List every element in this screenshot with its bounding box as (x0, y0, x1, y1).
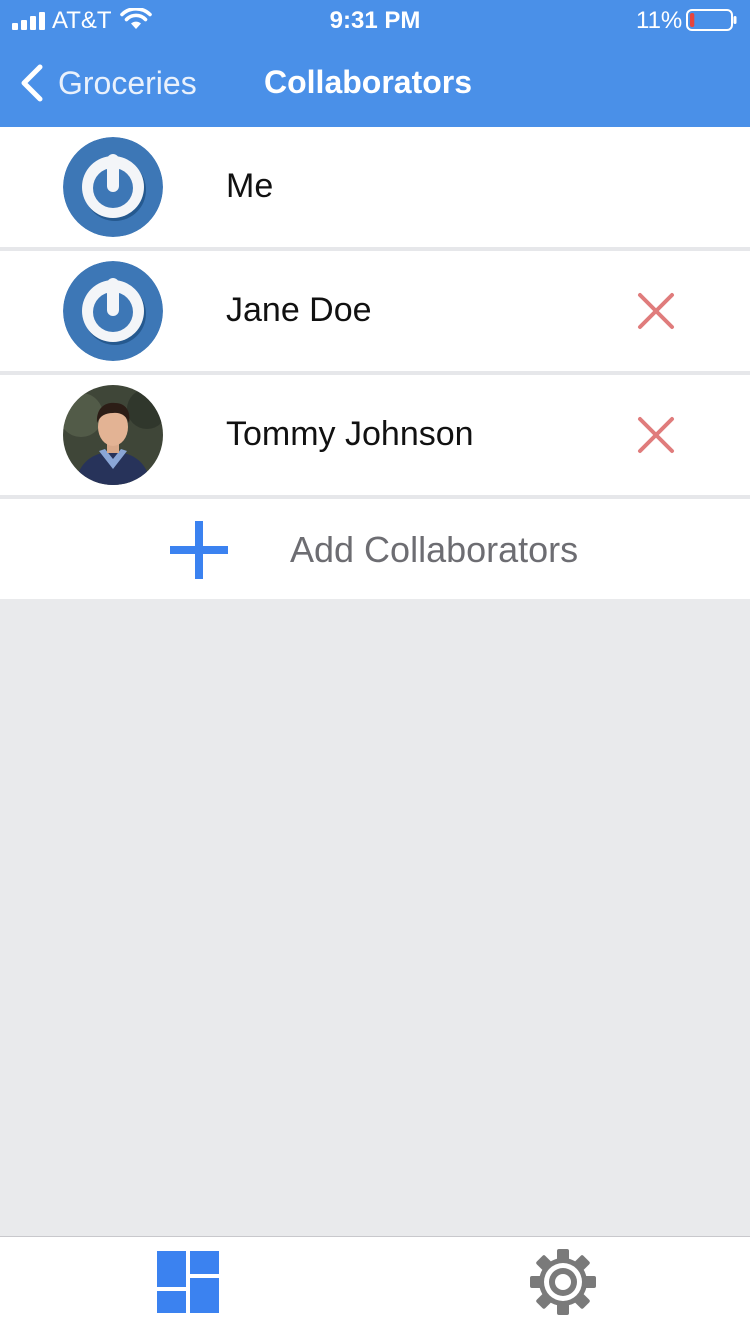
close-icon (638, 417, 674, 453)
add-collaborators-button[interactable]: Add Collaborators (0, 499, 750, 599)
remove-collaborator-button[interactable] (636, 291, 676, 331)
collaborator-name: Me (226, 167, 274, 205)
plus-icon (170, 521, 228, 579)
back-label: Groceries (58, 64, 197, 101)
page-title: Collaborators (264, 64, 473, 100)
signal-icon (12, 12, 45, 30)
photo-avatar (63, 385, 163, 485)
close-icon (638, 293, 674, 329)
collaborator-row: Me (0, 127, 750, 251)
tab-bar (0, 1236, 750, 1335)
battery-icon (686, 9, 737, 31)
power-logo-avatar (63, 137, 163, 237)
collaborator-row: Tommy Johnson (0, 375, 750, 499)
collaborator-name: Tommy Johnson (226, 415, 474, 453)
chevron-left-icon (21, 64, 43, 102)
dashboard-icon[interactable] (157, 1251, 219, 1313)
collaborator-name: Jane Doe (226, 291, 372, 329)
remove-collaborator-button[interactable] (636, 415, 676, 455)
collaborator-list: Me Jane Doe Tommy Johnson Add Collaborat… (0, 127, 750, 599)
battery-percent: 11% (636, 7, 683, 34)
power-logo-avatar (63, 261, 163, 361)
status-bar: AT&T 9:31 PM 11% (0, 0, 750, 40)
gear-icon[interactable] (528, 1247, 598, 1317)
carrier-label: AT&T (52, 7, 112, 34)
navigation-header: AT&T 9:31 PM 11% Groceries Collaborators (0, 0, 750, 127)
add-collaborators-label: Add Collaborators (290, 529, 579, 570)
back-button[interactable]: Groceries (16, 56, 197, 110)
wifi-icon (120, 8, 152, 29)
collaborator-row: Jane Doe (0, 251, 750, 375)
